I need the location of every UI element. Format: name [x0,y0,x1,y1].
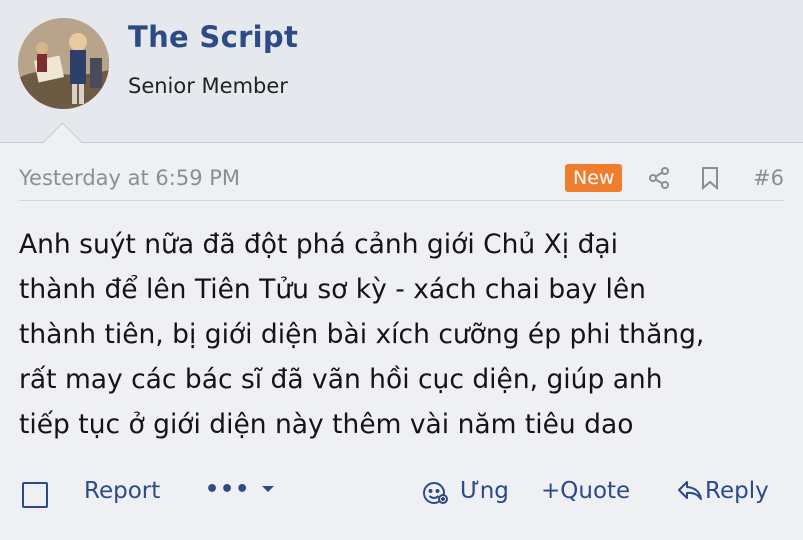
bookmark-icon[interactable] [700,166,720,194]
post-body-line: thành tiên, bị giới diện bài xích cưỡng … [19,319,705,350]
avatar[interactable] [18,18,109,109]
reply-icon [678,481,702,500]
user-block: The Script Senior Member [0,0,803,143]
react-label: Ưng [460,478,509,504]
more-dots: ••• [205,477,251,502]
post-actions: Report ••• Ưng +Quote Reply [0,470,803,516]
report-link[interactable]: Report [84,478,160,504]
post-timestamp[interactable]: Yesterday at 6:59 PM [19,166,240,190]
new-badge: New [565,164,623,192]
chevron-down-icon [261,486,274,492]
post-body-line: Anh suýt nữa đã đột phá cảnh giới Chủ Xị… [19,229,618,260]
more-options-menu[interactable]: ••• [205,476,275,502]
reply-label: Reply [705,478,769,504]
post-number[interactable]: #6 [753,166,784,190]
select-checkbox[interactable] [22,482,48,508]
user-title: Senior Member [128,74,288,98]
quote-button[interactable]: +Quote [541,478,630,504]
post-body-line: rất may các bác sĩ đã vãn hồi cục diện, … [19,364,663,395]
avatar-painting [18,18,109,109]
smile-react-icon [423,482,448,504]
post-body-line: thành để lên Tiên Tửu sơ kỳ - xách chai … [19,274,646,305]
username[interactable]: The Script [128,20,298,54]
share-icon[interactable] [648,166,670,194]
post-body: Anh suýt nữa đã đột phá cảnh giới Chủ Xị… [19,222,789,447]
reply-button[interactable]: Reply [677,478,769,504]
post-meta: Yesterday at 6:59 PM New #6 [19,160,784,201]
post-body-line: tiếp tục ở giới diện này thêm vài năm ti… [19,409,634,440]
